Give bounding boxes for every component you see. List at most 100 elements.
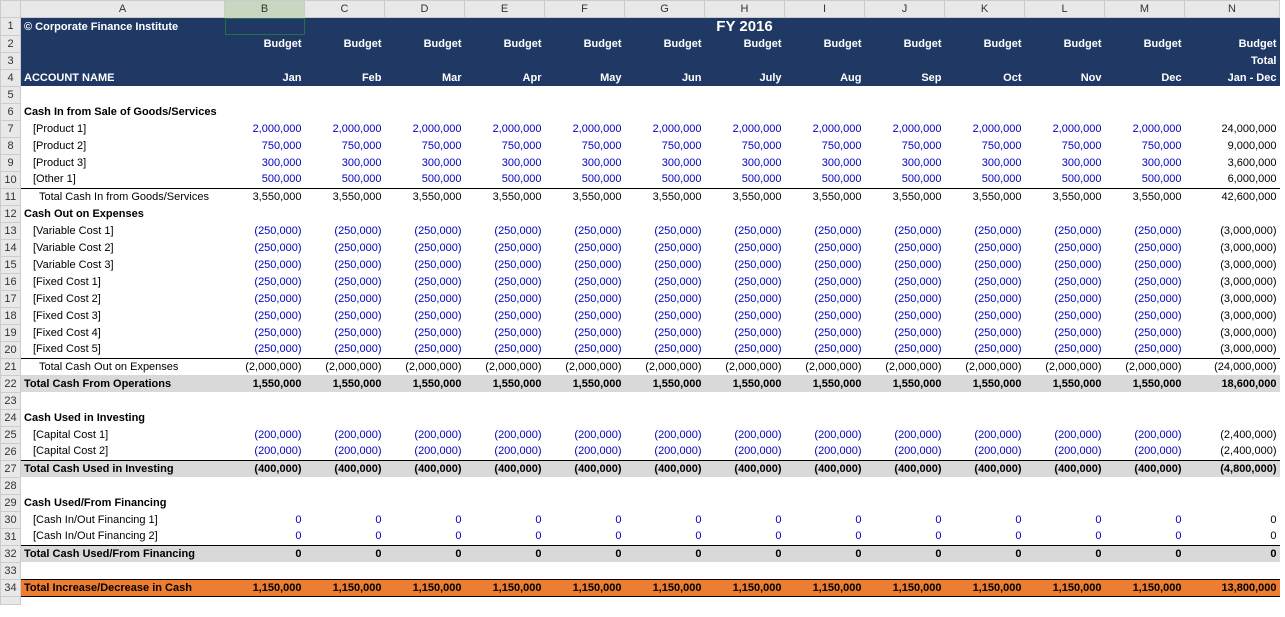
budget-label[interactable]: Budget <box>1025 35 1105 52</box>
budget-total-label[interactable]: Budget <box>1185 35 1280 52</box>
budget-label[interactable]: Budget <box>785 35 865 52</box>
data-cell[interactable]: (250,000) <box>945 324 1025 341</box>
data-cell[interactable]: 3,550,000 <box>785 188 865 205</box>
data-cell[interactable]: 2,000,000 <box>465 120 545 137</box>
data-cell[interactable]: (200,000) <box>865 443 945 460</box>
row-label[interactable]: [Cash In/Out Financing 2] <box>21 528 225 545</box>
data-cell[interactable]: (2,000,000) <box>545 358 625 375</box>
data-cell[interactable]: (250,000) <box>945 239 1025 256</box>
row-header[interactable]: 22 <box>1 375 21 392</box>
data-cell[interactable]: (400,000) <box>1105 460 1185 477</box>
budget-label[interactable]: Budget <box>945 35 1025 52</box>
col-header-D[interactable]: D <box>385 1 465 18</box>
data-cell[interactable]: 0 <box>865 545 945 562</box>
col-header-A[interactable]: A <box>21 1 225 18</box>
data-cell[interactable]: 0 <box>945 528 1025 545</box>
data-cell[interactable]: (250,000) <box>545 324 625 341</box>
data-cell[interactable]: (250,000) <box>1025 222 1105 239</box>
data-cell[interactable]: (200,000) <box>305 426 385 443</box>
data-cell[interactable]: 1,150,000 <box>225 579 305 596</box>
row-label[interactable]: [Fixed Cost 1] <box>21 273 225 290</box>
data-cell[interactable]: (250,000) <box>305 256 385 273</box>
data-cell[interactable]: 1,150,000 <box>385 579 465 596</box>
data-cell[interactable]: (250,000) <box>385 239 465 256</box>
data-cell[interactable]: 1,550,000 <box>785 375 865 392</box>
data-cell[interactable]: (4,800,000) <box>1185 460 1280 477</box>
col-header-I[interactable]: I <box>785 1 865 18</box>
month-header[interactable]: Jan <box>225 69 305 86</box>
data-cell[interactable]: 13,800,000 <box>1185 579 1280 596</box>
data-cell[interactable]: 3,550,000 <box>385 188 465 205</box>
data-cell[interactable]: 1,150,000 <box>1025 579 1105 596</box>
data-cell[interactable]: (200,000) <box>865 426 945 443</box>
row-header[interactable]: 4 <box>1 69 21 86</box>
data-cell[interactable]: (250,000) <box>385 222 465 239</box>
data-cell[interactable]: 750,000 <box>465 137 545 154</box>
col-header-C[interactable]: C <box>305 1 385 18</box>
data-cell[interactable]: (400,000) <box>385 460 465 477</box>
data-cell[interactable]: 2,000,000 <box>625 120 705 137</box>
data-cell[interactable]: (250,000) <box>545 239 625 256</box>
row-header[interactable]: 27 <box>1 460 21 477</box>
data-cell[interactable]: 1,150,000 <box>945 579 1025 596</box>
data-cell[interactable]: (200,000) <box>385 426 465 443</box>
data-cell[interactable]: (250,000) <box>705 273 785 290</box>
data-cell[interactable]: (250,000) <box>865 307 945 324</box>
total-change-label[interactable]: Total Increase/Decrease in Cash <box>21 579 225 596</box>
data-cell[interactable]: 300,000 <box>1025 154 1105 171</box>
data-cell[interactable]: (250,000) <box>1105 239 1185 256</box>
data-cell[interactable]: (200,000) <box>785 426 865 443</box>
data-cell[interactable]: (250,000) <box>1105 256 1185 273</box>
data-cell[interactable]: 750,000 <box>1025 137 1105 154</box>
data-cell[interactable]: (3,000,000) <box>1185 239 1280 256</box>
data-cell[interactable]: (24,000,000) <box>1185 358 1280 375</box>
data-cell[interactable]: 2,000,000 <box>705 120 785 137</box>
data-cell[interactable]: (250,000) <box>225 290 305 307</box>
data-cell[interactable]: (200,000) <box>225 443 305 460</box>
row-header[interactable]: 9 <box>1 154 21 171</box>
budget-label[interactable]: Budget <box>1105 35 1185 52</box>
data-cell[interactable]: 750,000 <box>305 137 385 154</box>
data-cell[interactable]: (250,000) <box>305 290 385 307</box>
data-cell[interactable]: (2,400,000) <box>1185 443 1280 460</box>
row-header[interactable]: 12 <box>1 205 21 222</box>
data-cell[interactable]: (250,000) <box>305 324 385 341</box>
data-cell[interactable]: (3,000,000) <box>1185 341 1280 358</box>
data-cell[interactable]: 0 <box>1105 511 1185 528</box>
data-cell[interactable]: (250,000) <box>305 307 385 324</box>
data-cell[interactable]: (400,000) <box>945 460 1025 477</box>
data-cell[interactable]: 1,550,000 <box>1025 375 1105 392</box>
month-header[interactable]: Oct <box>945 69 1025 86</box>
data-cell[interactable]: (250,000) <box>305 341 385 358</box>
row-header[interactable]: 21 <box>1 358 21 375</box>
row-header[interactable]: 32 <box>1 545 21 562</box>
data-cell[interactable]: (2,000,000) <box>305 358 385 375</box>
data-cell[interactable]: (250,000) <box>545 341 625 358</box>
row-label[interactable]: [Product 2] <box>21 137 225 154</box>
data-cell[interactable]: (250,000) <box>465 273 545 290</box>
budget-label[interactable]: Budget <box>545 35 625 52</box>
data-cell[interactable]: 750,000 <box>625 137 705 154</box>
month-header[interactable]: Nov <box>1025 69 1105 86</box>
row-header[interactable]: 13 <box>1 222 21 239</box>
col-header-J[interactable]: J <box>865 1 945 18</box>
data-cell[interactable]: 3,550,000 <box>705 188 785 205</box>
month-header[interactable]: Aug <box>785 69 865 86</box>
data-cell[interactable]: (200,000) <box>545 426 625 443</box>
data-cell[interactable]: 0 <box>385 511 465 528</box>
row-header[interactable]: 29 <box>1 494 21 511</box>
row-header[interactable]: 16 <box>1 273 21 290</box>
data-cell[interactable]: 3,550,000 <box>1105 188 1185 205</box>
data-cell[interactable]: (400,000) <box>225 460 305 477</box>
data-cell[interactable]: 300,000 <box>705 154 785 171</box>
data-cell[interactable]: (250,000) <box>945 256 1025 273</box>
data-cell[interactable]: (250,000) <box>785 239 865 256</box>
data-cell[interactable]: 6,000,000 <box>1185 171 1280 188</box>
data-cell[interactable]: (250,000) <box>785 290 865 307</box>
data-cell[interactable]: 18,600,000 <box>1185 375 1280 392</box>
data-cell[interactable]: (250,000) <box>1025 256 1105 273</box>
data-cell[interactable]: (250,000) <box>705 256 785 273</box>
row-label[interactable]: [Cash In/Out Financing 1] <box>21 511 225 528</box>
data-cell[interactable]: (250,000) <box>225 239 305 256</box>
data-cell[interactable]: (250,000) <box>625 307 705 324</box>
